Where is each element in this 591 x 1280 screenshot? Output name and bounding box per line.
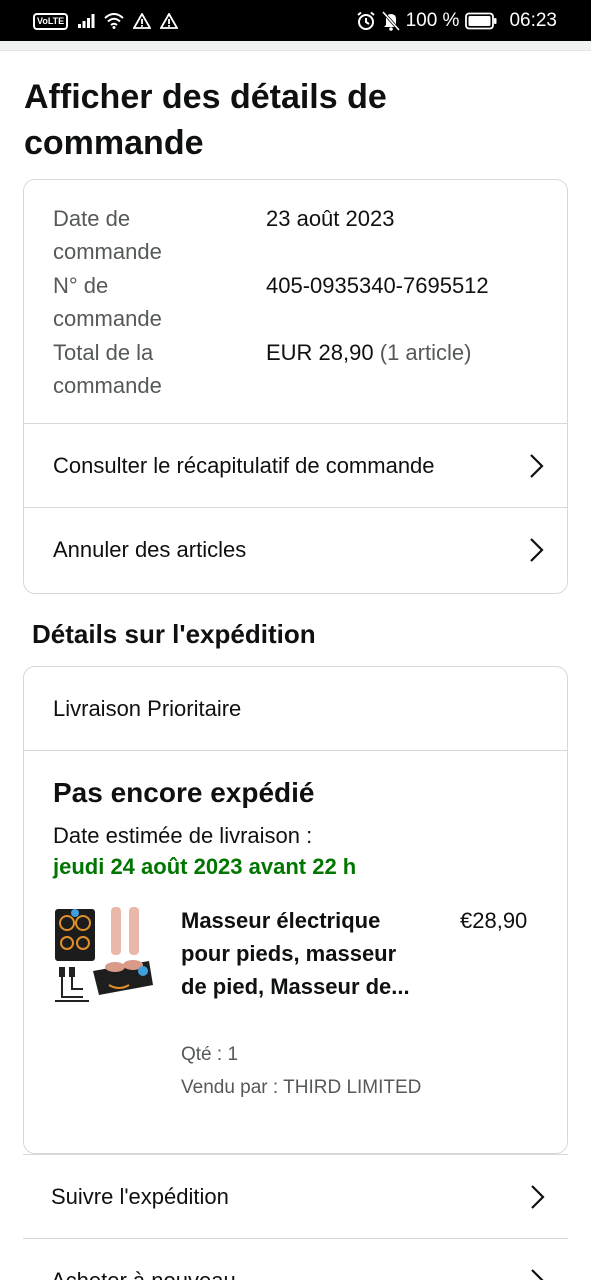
order-total-amount: EUR 28,90	[266, 340, 374, 365]
product-image[interactable]	[53, 905, 157, 1009]
order-date-row: Date de commande 23 août 2023	[53, 202, 543, 269]
mute-bell-icon	[381, 11, 400, 31]
order-total-label: Total de la commande	[53, 340, 162, 398]
signal-icon	[78, 14, 95, 28]
wifi-icon	[104, 13, 124, 29]
buy-again-label: Acheter à nouveau	[51, 1267, 236, 1280]
order-summary-card: Date de commande 23 août 2023 N° de comm…	[23, 179, 568, 594]
order-date-value: 23 août 2023	[266, 206, 395, 231]
battery-percent: 100 %	[405, 10, 460, 31]
product-quantity: Qté : 1	[181, 1044, 239, 1065]
order-number-value: 405-0935340-7695512	[266, 273, 489, 298]
order-total-row: Total de la commande EUR 28,90 (1 articl…	[53, 336, 543, 403]
order-info: Date de commande 23 août 2023 N° de comm…	[53, 202, 543, 403]
product-title[interactable]: Masseur électrique pour pieds, masseur d…	[181, 904, 421, 1003]
clock: 06:23	[509, 10, 557, 31]
order-number-label: N° de commande	[53, 273, 162, 331]
buy-again-link[interactable]: Acheter à nouveau	[23, 1238, 568, 1280]
order-number-row: N° de commande 405-0935340-7695512	[53, 269, 543, 336]
cancel-items-link[interactable]: Annuler des articles	[24, 507, 567, 591]
header-strip	[0, 41, 591, 51]
product-price: €28,90	[460, 908, 528, 933]
delivery-estimate-label: Date estimée de livraison :	[53, 823, 313, 848]
view-order-summary-link[interactable]: Consulter le récapitulatif de commande	[24, 423, 567, 507]
shipment-section-title: Détails sur l'expédition	[32, 619, 316, 649]
page-title: Afficher des détails de commande	[24, 78, 387, 162]
status-left: VoLTE	[33, 9, 179, 33]
track-package-link[interactable]: Suivre l'expédition	[23, 1154, 568, 1238]
chevron-right-icon	[530, 537, 544, 562]
shipment-card: Livraison Prioritaire Pas encore expédié…	[23, 666, 568, 1154]
battery-icon	[465, 12, 497, 30]
chevron-right-icon	[531, 1268, 545, 1280]
shipment-status: Pas encore expédié	[53, 777, 315, 808]
volte-icon: VoLTE	[33, 12, 69, 30]
warning-icon	[133, 13, 152, 29]
order-total-value: EUR 28,90 (1 article)	[266, 336, 471, 369]
cancel-items-label: Annuler des articles	[53, 536, 247, 562]
status-bar: VoLTE 100 % 06:23	[0, 0, 591, 41]
warning-icon	[160, 13, 179, 29]
alarm-icon	[356, 11, 375, 30]
order-item-count: (1 article)	[379, 340, 472, 365]
chevron-right-icon	[531, 1184, 545, 1209]
product-seller: Vendu par : THIRD LIMITED	[181, 1077, 422, 1098]
delivery-estimate-date: jeudi 24 août 2023 avant 22 h	[53, 854, 357, 879]
chevron-right-icon	[530, 453, 544, 478]
shipping-method: Livraison Prioritaire	[24, 667, 567, 751]
status-right: 100 % 06:23	[356, 9, 557, 33]
track-package-label: Suivre l'expédition	[51, 1183, 229, 1209]
view-order-summary-label: Consulter le récapitulatif de commande	[53, 452, 435, 478]
order-date-label: Date de commande	[53, 206, 162, 264]
